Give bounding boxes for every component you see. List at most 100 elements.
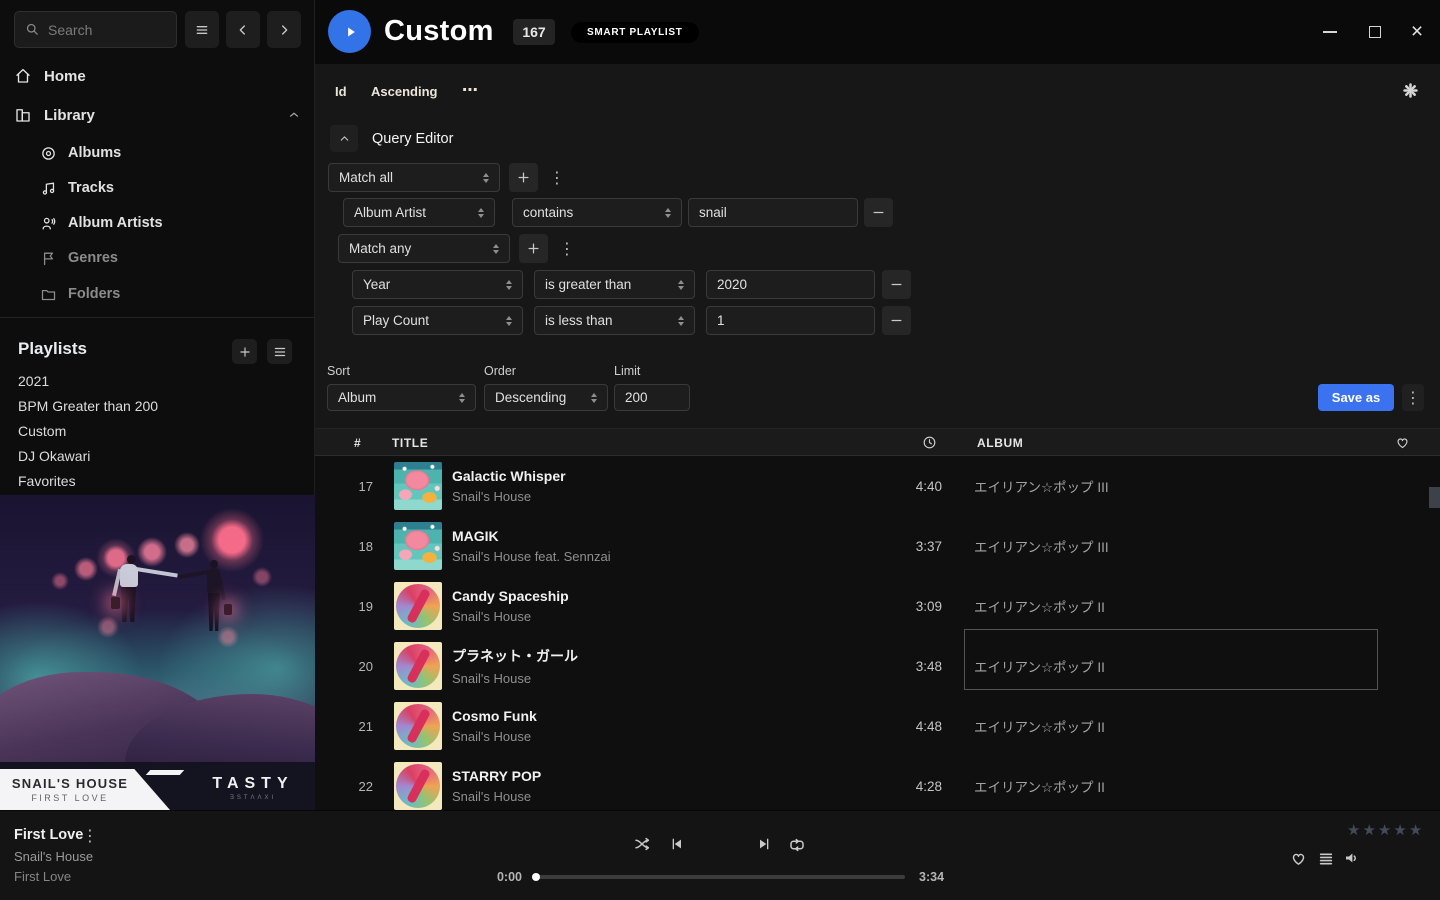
group1-menu-icon[interactable]: ⋮ xyxy=(549,168,565,188)
heart-icon[interactable] xyxy=(1395,435,1410,450)
volume-icon[interactable] xyxy=(1343,849,1361,867)
window-maximize-button[interactable] xyxy=(1363,20,1387,44)
sidebar-item-album-artists[interactable]: Album Artists xyxy=(40,212,163,234)
track-album[interactable]: エイリアン☆ポップ II xyxy=(964,576,1378,636)
seek-thumb[interactable] xyxy=(532,873,540,881)
column-title[interactable]: TITLE xyxy=(392,436,428,450)
window-close-button[interactable]: × xyxy=(1404,18,1430,46)
limit-input[interactable] xyxy=(614,384,690,411)
track-title[interactable]: Cosmo Funk xyxy=(452,708,537,724)
nav-forward-button[interactable] xyxy=(267,11,301,48)
album-cover-thumbnail[interactable] xyxy=(394,582,442,630)
track-artist[interactable]: Snail's House xyxy=(452,729,537,744)
playlist-item[interactable]: Favorites xyxy=(18,473,76,489)
sidebar-item-genres[interactable]: Genres xyxy=(40,247,118,269)
settings-gear-icon[interactable] xyxy=(1401,81,1420,100)
star-icon[interactable]: ★ xyxy=(1378,823,1391,838)
rule1-operator-select[interactable]: contains xyxy=(512,198,682,227)
save-menu-button[interactable]: ⋮ xyxy=(1402,384,1424,411)
menu-button[interactable] xyxy=(185,11,219,48)
window-minimize-button[interactable] xyxy=(1318,22,1342,42)
track-album[interactable]: エイリアン☆ポップ III xyxy=(964,456,1378,516)
sidebar-item-library[interactable]: Library xyxy=(14,103,301,127)
star-icon[interactable]: ★ xyxy=(1409,823,1422,838)
album-cover-thumbnail[interactable] xyxy=(394,462,442,510)
now-playing-album[interactable]: First Love xyxy=(14,869,71,884)
now-playing-title[interactable]: First Love xyxy=(14,827,83,843)
remove-rule2-button[interactable] xyxy=(882,270,911,299)
sidebar-item-tracks[interactable]: Tracks xyxy=(40,177,114,199)
star-icon[interactable]: ★ xyxy=(1393,823,1406,838)
column-index[interactable]: # xyxy=(354,436,361,450)
rule3-operator-select[interactable]: is less than xyxy=(534,306,695,335)
rule2-operator-select[interactable]: is greater than xyxy=(534,270,695,299)
playlist-item[interactable]: 2021 xyxy=(18,373,49,389)
match-type-select-group2[interactable]: Match any xyxy=(338,234,510,263)
album-cover-thumbnail[interactable] xyxy=(394,762,442,810)
seek-bar[interactable] xyxy=(535,875,905,879)
track-title[interactable]: Galactic Whisper xyxy=(452,468,566,484)
track-artist[interactable]: Snail's House xyxy=(452,489,566,504)
search-box[interactable] xyxy=(14,11,177,48)
rule2-field-select[interactable]: Year xyxy=(352,270,523,299)
group2-menu-icon[interactable]: ⋮ xyxy=(559,239,575,259)
add-rule-button-group1[interactable] xyxy=(509,163,538,192)
table-row[interactable]: 22 STARRY POP Snail's House 4:28 エイリアン☆ポ… xyxy=(315,756,1440,810)
track-album[interactable]: エイリアン☆ポップ II xyxy=(964,756,1378,810)
sort-select[interactable]: Album xyxy=(327,384,476,411)
favorite-heart-icon[interactable] xyxy=(1290,850,1307,867)
track-artist[interactable]: Snail's House feat. Sennzai xyxy=(452,549,611,564)
query-editor-collapse-button[interactable] xyxy=(330,125,358,152)
rule2-value-input[interactable] xyxy=(706,270,875,299)
add-playlist-button[interactable] xyxy=(232,339,257,364)
sort-field-control[interactable]: Id xyxy=(335,84,347,99)
track-artist[interactable]: Snail's House xyxy=(452,789,541,804)
album-cover-thumbnail[interactable] xyxy=(394,642,442,690)
track-artist[interactable]: Snail's House xyxy=(452,671,578,686)
table-row[interactable]: 18 MAGIK Snail's House feat. Sennzai 3:3… xyxy=(315,516,1440,576)
track-album[interactable]: エイリアン☆ポップ II xyxy=(964,696,1378,756)
track-album-focused-cell[interactable]: エイリアン☆ポップ II xyxy=(964,636,1378,696)
previous-track-icon[interactable] xyxy=(669,836,685,852)
add-rule-button-group2[interactable] xyxy=(519,234,548,263)
table-row[interactable]: 20 プラネット・ガール Snail's House 3:48 エイリアン☆ポッ… xyxy=(315,636,1440,696)
playlist-item[interactable]: Custom xyxy=(18,423,66,439)
search-input[interactable] xyxy=(48,22,166,38)
sidebar-item-home[interactable]: Home xyxy=(14,64,86,88)
table-row[interactable]: 17 Galactic Whisper Snail's House 4:40 エ… xyxy=(315,456,1440,516)
queue-icon[interactable] xyxy=(1318,851,1334,867)
playlist-item[interactable]: DJ Okawari xyxy=(18,448,90,464)
nav-back-button[interactable] xyxy=(226,11,260,48)
now-playing-menu-icon[interactable]: ⋮ xyxy=(82,826,98,846)
track-album[interactable]: エイリアン☆ポップ III xyxy=(964,516,1378,576)
shuffle-icon[interactable] xyxy=(633,835,651,853)
clock-icon[interactable] xyxy=(922,435,937,450)
remove-rule3-button[interactable] xyxy=(882,306,911,335)
table-row[interactable]: 19 Candy Spaceship Snail's House 3:09 エイ… xyxy=(315,576,1440,636)
table-row[interactable]: 21 Cosmo Funk Snail's House 4:48 エイリアン☆ポ… xyxy=(315,696,1440,756)
album-cover-thumbnail[interactable] xyxy=(394,702,442,750)
match-type-select-group1[interactable]: Match all xyxy=(328,163,500,192)
sidebar-item-albums[interactable]: Albums xyxy=(40,142,121,164)
track-title[interactable]: プラネット・ガール xyxy=(452,646,578,666)
star-icon[interactable]: ★ xyxy=(1362,823,1375,838)
playlist-list-button[interactable] xyxy=(267,339,292,364)
next-track-icon[interactable] xyxy=(756,836,772,852)
playlist-item[interactable]: BPM Greater than 200 xyxy=(18,398,158,414)
more-options-icon[interactable]: ⋯ xyxy=(462,80,479,100)
rule1-value-input[interactable] xyxy=(688,198,858,227)
star-icon[interactable]: ★ xyxy=(1347,823,1360,838)
column-album[interactable]: ALBUM xyxy=(977,436,1023,450)
save-as-button[interactable]: Save as xyxy=(1318,384,1394,411)
scrollbar-thumb[interactable] xyxy=(1429,487,1440,508)
track-artist[interactable]: Snail's House xyxy=(452,609,569,624)
order-select[interactable]: Descending xyxy=(484,384,608,411)
track-title[interactable]: Candy Spaceship xyxy=(452,588,569,604)
remove-rule1-button[interactable] xyxy=(864,198,893,227)
play-playlist-button[interactable] xyxy=(328,10,371,53)
repeat-icon[interactable] xyxy=(788,836,806,854)
chevron-up-icon[interactable] xyxy=(287,108,301,122)
track-title[interactable]: MAGIK xyxy=(452,528,611,544)
album-cover-thumbnail[interactable] xyxy=(394,522,442,570)
rule1-field-select[interactable]: Album Artist xyxy=(343,198,495,227)
